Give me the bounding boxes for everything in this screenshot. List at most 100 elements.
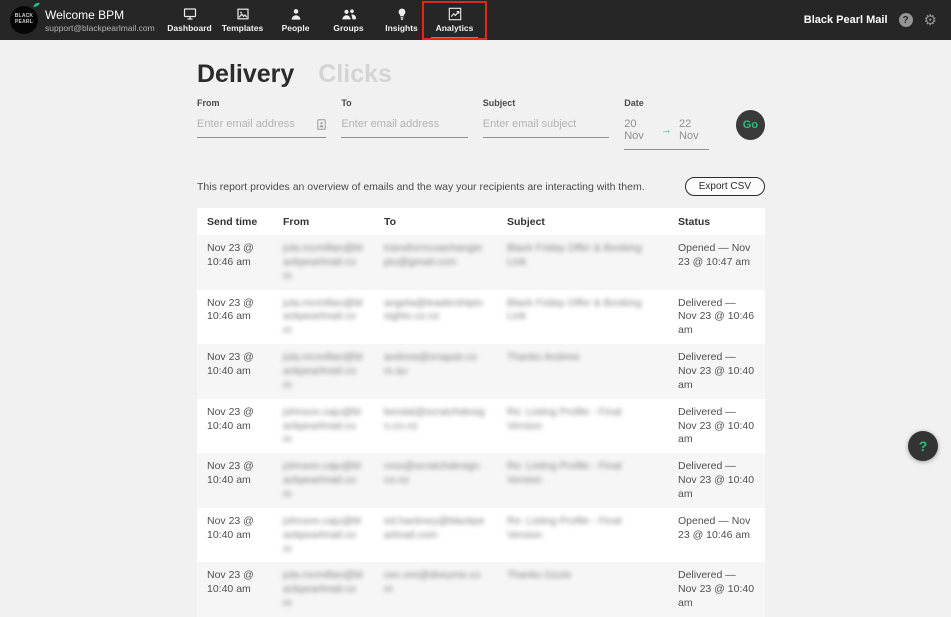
logo-text: BLACK PEARL [14, 13, 34, 25]
cell-status: Delivered — Nov 23 @ 10:40 am [678, 460, 755, 501]
cell-status: Delivered — Nov 23 @ 10:40 am [678, 405, 755, 446]
col-header-send-time: Send time [197, 208, 273, 235]
cell-subject: Thanks Ozzie [507, 569, 572, 582]
cell-from: jula.mcmillan@blackpearlmail.com [283, 569, 363, 610]
go-button[interactable]: Go [735, 110, 765, 140]
cell-subject: Re: Listing Profile - Final Version [507, 514, 622, 541]
col-header-status: Status [668, 208, 765, 235]
cell-subject: Thanks Andrew [507, 351, 580, 364]
cell-status: Opened — Nov 23 @ 10:46 am [678, 514, 751, 541]
nav-item-label: People [281, 23, 310, 33]
cell-status: Opened — Nov 23 @ 10:47 am [678, 242, 751, 268]
nav-item-analytics[interactable]: Analytics [422, 0, 487, 40]
person-icon [289, 7, 303, 21]
lightbulb-icon [395, 7, 409, 21]
table-row: Nov 23 @ 10:40 am jula.mcmillan@blackpea… [197, 344, 765, 399]
from-input[interactable] [197, 118, 318, 130]
nav-item-people[interactable]: People [269, 0, 322, 40]
nav-item-dashboard[interactable]: Dashboard [163, 0, 216, 40]
cell-to: cec.ore@deeyme.com [384, 569, 481, 596]
cell-from: jula.mcmillan@blackpearlmail.com [283, 351, 363, 391]
delivery-table: Send time From To Subject Status Nov 23 … [197, 208, 765, 617]
account-email: support@blackpearlmail.com [45, 22, 155, 33]
black-pearl-logo[interactable]: BLACK PEARL [10, 2, 40, 34]
from-field: From [197, 98, 327, 138]
cell-to: andrew@snapair.com.au [384, 351, 477, 378]
nav-item-label: Analytics [435, 23, 474, 33]
welcome-text: Welcome BPM [45, 7, 125, 22]
help-icon[interactable]: ? [898, 13, 913, 27]
table-row: Nov 23 @ 10:46 am jula.mcmillan@blackpea… [197, 289, 765, 345]
brand-name: Black Pearl Mail [803, 14, 888, 26]
table-row: Nov 23 @ 10:40 am johnson.caju@blackpear… [197, 453, 765, 508]
floating-help-button[interactable]: ? [908, 431, 938, 461]
cell-to: ed.hackney@blackpearlmail.com [384, 514, 485, 541]
table-row: Nov 23 @ 10:40 am johnson.caju@blackpear… [197, 507, 765, 563]
col-header-subject: Subject [497, 208, 668, 235]
to-input[interactable] [341, 118, 468, 130]
export-csv-button[interactable]: Export CSV [684, 177, 765, 196]
cell-to: ross@scratchdesign.co.nz [384, 460, 483, 487]
nav-right: Black Pearl Mail ? ⚙ [804, 13, 937, 28]
to-field: To [341, 98, 468, 138]
cell-status: Delivered — Nov 23 @ 10:40 am [678, 569, 755, 610]
cell-to: angela@leadershipinsights.co.nz [384, 296, 483, 323]
date-range-picker[interactable]: 20 Nov → 22 Nov [624, 118, 709, 142]
cell-from: jula.mcmillan@blackpearlmail.com [283, 242, 363, 282]
cell-send-time: Nov 23 @ 10:40 am [207, 405, 254, 432]
cell-from: johnson.caju@blackpearlmail.com [283, 514, 361, 555]
table-row: Nov 23 @ 10:40 am jula.mcmillan@blackpea… [197, 562, 765, 617]
date-label: Date [624, 98, 644, 108]
cell-send-time: Nov 23 @ 10:40 am [207, 460, 254, 487]
nav-item-insights[interactable]: Insights [375, 0, 428, 40]
cell-status: Delivered — Nov 23 @ 10:46 am [678, 296, 755, 337]
cell-subject: Black Friday Offer & Booking Link [507, 296, 642, 323]
leaf-icon [32, 2, 41, 9]
col-header-to: To [374, 208, 497, 235]
cell-from: jula.mcmillan@blackpearlmail.com [283, 296, 363, 337]
date-end: 22 Nov [679, 118, 699, 142]
date-range-arrow-icon: → [661, 124, 673, 136]
subject-label: Subject [482, 98, 516, 108]
nav-item-label: Dashboard [167, 23, 212, 33]
nav-item-templates[interactable]: Templates [216, 0, 269, 40]
gear-icon[interactable]: ⚙ [924, 13, 937, 28]
report-description: This report provides an overview of emai… [197, 180, 645, 193]
contact-picker-icon[interactable] [317, 118, 327, 130]
cell-send-time: Nov 23 @ 10:40 am [207, 514, 254, 541]
cell-subject: Re: Listing Profile - Final Version [507, 405, 622, 432]
nav-item-label: Groups [333, 23, 364, 33]
cell-from: johnson.caju@blackpearlmail.com [283, 460, 361, 501]
nav-item-groups[interactable]: Groups [322, 0, 375, 40]
nav-item-label: Insights [385, 23, 418, 33]
cell-status: Delivered — Nov 23 @ 10:40 am [678, 351, 755, 391]
top-nav: BLACK PEARL Welcome BPM support@blackpea… [0, 0, 951, 40]
cell-send-time: Nov 23 @ 10:40 am [207, 351, 254, 378]
cell-send-time: Nov 23 @ 10:40 am [207, 569, 254, 596]
tab-delivery[interactable]: Delivery [197, 60, 294, 89]
main-content: Delivery Clicks From To Subject [197, 60, 765, 617]
from-label: From [197, 98, 220, 108]
date-field: Date 20 Nov → 22 Nov [624, 98, 709, 150]
people-icon [341, 7, 357, 21]
report-header: This report provides an overview of emai… [197, 177, 765, 196]
nav-items: Dashboard Templates People Groups Insigh… [163, 0, 487, 40]
nav-item-label: Templates [221, 23, 264, 33]
cell-subject: Black Friday Offer & Booking Link [507, 242, 642, 268]
table-row: Nov 23 @ 10:40 am johnson.caju@blackpear… [197, 398, 765, 454]
subject-input[interactable] [482, 118, 610, 130]
chart-icon [448, 7, 462, 21]
report-tabs: Delivery Clicks [197, 60, 765, 89]
cell-to: transformcoachangiepiu@gmail.com [384, 242, 483, 268]
cell-send-time: Nov 23 @ 10:46 am [207, 296, 254, 323]
welcome-block: Welcome BPM support@blackpearlmail.com [45, 8, 157, 33]
cell-send-time: Nov 23 @ 10:46 am [207, 242, 254, 268]
tab-clicks[interactable]: Clicks [318, 60, 392, 89]
date-start: 20 Nov [624, 118, 644, 142]
to-label: To [341, 98, 352, 108]
monitor-icon [183, 7, 197, 21]
col-header-from: From [273, 208, 374, 235]
filter-bar: From To Subject Date [197, 98, 765, 150]
cell-subject: Re: Listing Profile - Final Version [507, 460, 622, 487]
subject-field: Subject [482, 98, 610, 138]
